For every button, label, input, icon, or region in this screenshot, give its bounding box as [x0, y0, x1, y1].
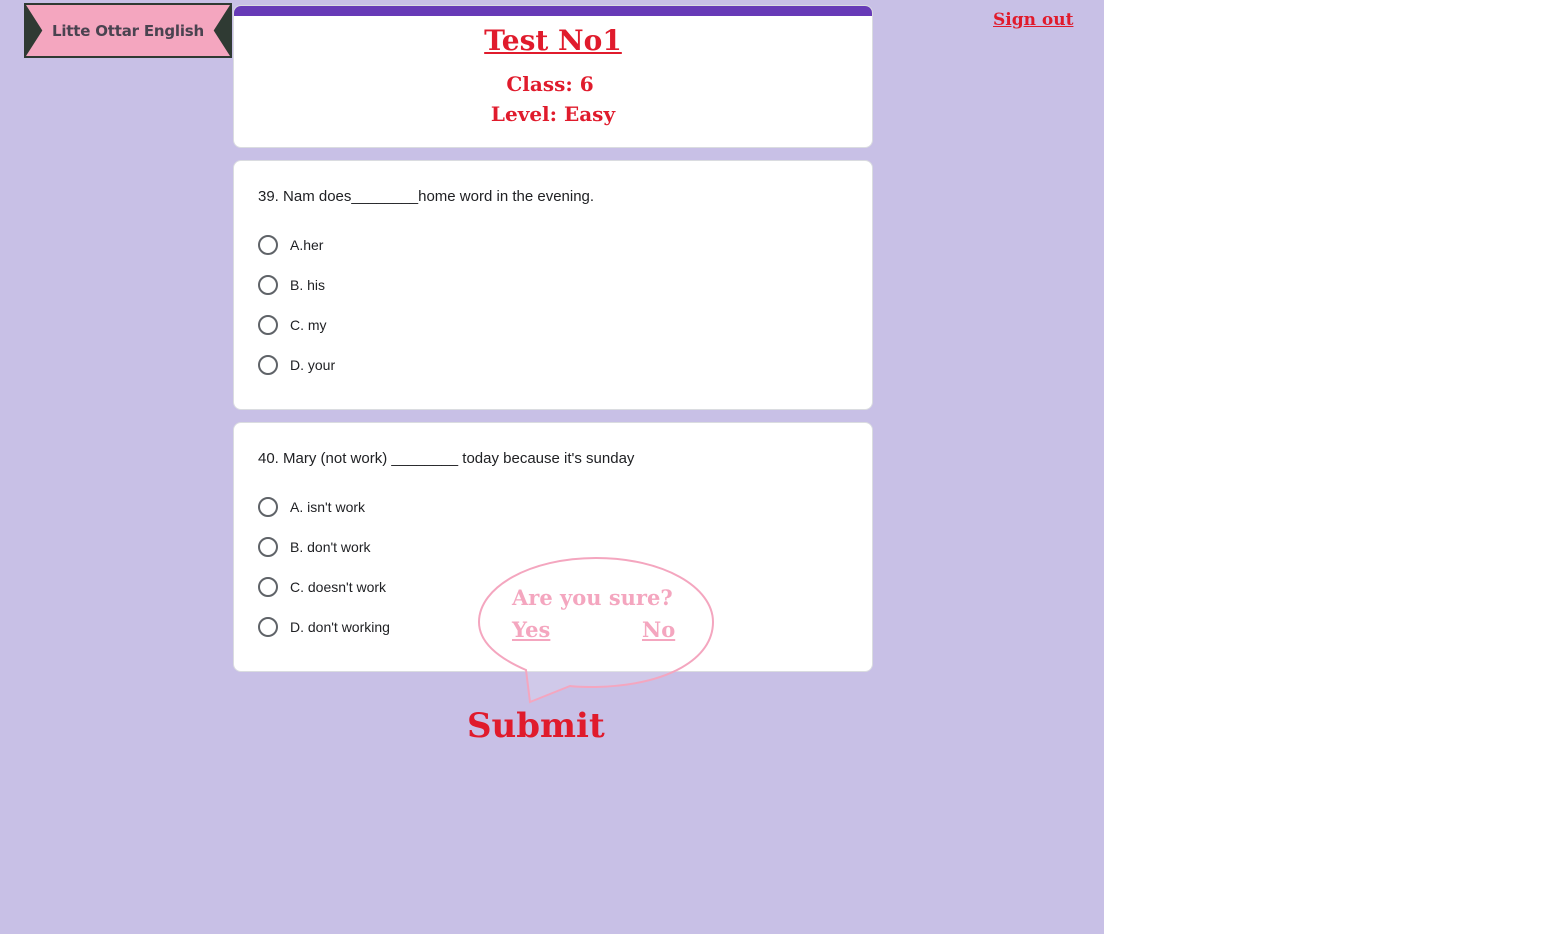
option-a[interactable]: A.her — [258, 234, 323, 256]
confirm-speech-bubble: Are you sure? Yes No — [477, 556, 715, 704]
question-text: 39. Nam does________home word in the eve… — [258, 188, 595, 205]
radio-button[interactable] — [258, 315, 278, 335]
option-c[interactable]: C. doesn't work — [258, 576, 386, 598]
option-b[interactable]: B. don't work — [258, 536, 371, 558]
form-header-card: Test No1 Class: 6 Level: Easy — [233, 5, 873, 148]
page-title: Test No1 — [484, 24, 622, 57]
option-label: D. don't working — [290, 619, 390, 635]
option-label: B. his — [290, 277, 326, 293]
radio-button[interactable] — [258, 577, 278, 597]
sign-out-link[interactable]: Sign out — [993, 10, 1073, 30]
radio-button[interactable] — [258, 275, 278, 295]
confirm-question: Are you sure? — [512, 585, 673, 610]
option-label: B. don't work — [290, 539, 371, 555]
confirm-no-link[interactable]: No — [642, 617, 675, 642]
level-label: Level: Easy — [490, 102, 616, 126]
site-logo[interactable]: Litte Ottar English — [24, 3, 232, 58]
option-label: A. isn't work — [290, 499, 366, 515]
option-d[interactable]: D. don't working — [258, 616, 390, 638]
logo-ribbon: Litte Ottar English — [26, 5, 230, 56]
radio-button[interactable] — [258, 355, 278, 375]
radio-button[interactable] — [258, 235, 278, 255]
option-a[interactable]: A. isn't work — [258, 496, 365, 518]
option-d[interactable]: D. your — [258, 354, 335, 376]
question-card: 39. Nam does________home word in the eve… — [233, 160, 873, 410]
radio-button[interactable] — [258, 617, 278, 637]
radio-button[interactable] — [258, 497, 278, 517]
class-label: Class: 6 — [506, 72, 594, 96]
question-text: 40. Mary (not work) ________ today becau… — [258, 450, 635, 467]
option-label: C. my — [290, 317, 327, 333]
option-c[interactable]: C. my — [258, 314, 327, 336]
option-label: D. your — [290, 357, 336, 373]
submit-button[interactable]: Submit — [467, 706, 605, 746]
page-background: Litte Ottar English Sign out Test No1 Cl… — [0, 0, 1104, 934]
option-label: A.her — [290, 237, 324, 253]
confirm-yes-link[interactable]: Yes — [512, 617, 550, 642]
logo-text: Litte Ottar English — [51, 21, 205, 40]
header-accent-bar — [234, 6, 872, 16]
option-b[interactable]: B. his — [258, 274, 325, 296]
option-label: C. doesn't work — [290, 579, 387, 595]
radio-button[interactable] — [258, 537, 278, 557]
